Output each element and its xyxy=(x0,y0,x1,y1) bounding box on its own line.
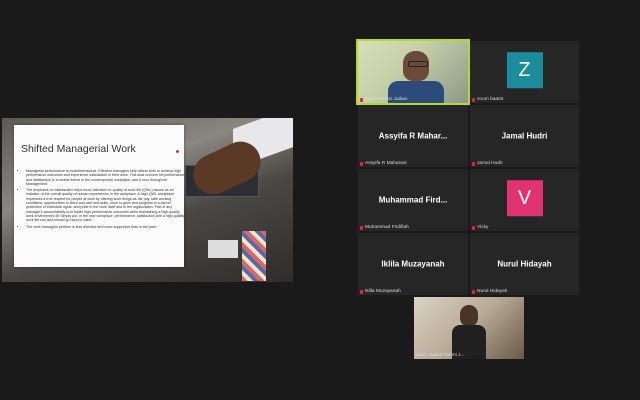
slide-accent-dot xyxy=(176,150,179,153)
participant-tile-nurul[interactable]: Nurul Hidayah Nurul Hidayah xyxy=(470,233,579,295)
participant-label: Assyifa R Maharani xyxy=(360,161,407,166)
participant-label: Vicky xyxy=(472,225,488,230)
photo-stripes xyxy=(242,231,266,281)
participant-tile-jamal[interactable]: Jamal Hudri Jamal Hudri xyxy=(470,105,579,167)
photo-device xyxy=(208,240,238,258)
participant-name: Jamal Hudri xyxy=(501,131,548,141)
person-head xyxy=(460,305,478,327)
participant-name: Nurul Hidayah xyxy=(497,259,552,269)
participant-label: Zakiul Fahmi Jailani xyxy=(360,97,407,102)
slide-text-card: Shifted Managerial Work Managerial perfo… xyxy=(14,125,184,267)
participant-label: Iklila Muzayanah xyxy=(360,289,401,294)
shared-screen: Shifted Managerial Work Managerial perfo… xyxy=(2,118,293,282)
slide-bullet: Managerial performance is multidimension… xyxy=(26,169,186,186)
participant-tile-iklila[interactable]: Iklila Muzayanah Iklila Muzayanah xyxy=(358,233,468,295)
participant-name: Assyifa R Mahar... xyxy=(378,131,448,141)
participant-tile-assyifa[interactable]: Assyifa R Mahar... Assyifa R Maharani xyxy=(358,105,468,167)
participant-label: Jamal Hudri xyxy=(472,161,503,166)
slide-bullet: The work managers perform is less direct… xyxy=(26,225,186,229)
avatar: Z xyxy=(506,52,543,89)
participant-tile-zakiul[interactable]: Zakiul Fahmi Jailani xyxy=(356,39,470,105)
participant-tile-zoom[interactable]: Z zoom baa04 xyxy=(470,41,579,103)
mic-muted-icon xyxy=(472,225,475,230)
mic-muted-icon xyxy=(472,161,475,166)
mic-muted-icon xyxy=(360,161,363,166)
participant-label: Nurul Hidayah xyxy=(472,289,507,294)
mic-muted-icon xyxy=(472,97,475,102)
participant-label: Zaki - Zakiul Fahmi J... xyxy=(416,353,465,358)
participant-name: Muhammad Fird... xyxy=(378,195,448,205)
participant-name: Iklila Muzayanah xyxy=(381,259,445,269)
mic-muted-icon xyxy=(360,97,363,102)
participant-tile-muhammad[interactable]: Muhammad Fird... Muhammad Firdifiah xyxy=(358,169,468,231)
participant-label: Muhammad Firdifiah xyxy=(360,225,409,230)
slide-bullets: Managerial performance is multidimension… xyxy=(20,169,186,231)
mic-muted-icon xyxy=(360,289,363,294)
glasses-icon xyxy=(408,61,428,67)
slide-bullet: The emphasis on satisfaction helps focus… xyxy=(26,188,186,222)
avatar: V xyxy=(506,180,543,217)
participant-label: zoom baa04 xyxy=(472,97,503,102)
slide-title: Shifted Managerial Work xyxy=(21,143,136,155)
participant-tile-zaki[interactable]: Zaki - Zakiul Fahmi J... xyxy=(414,297,524,359)
mic-muted-icon xyxy=(360,225,363,230)
mic-muted-icon xyxy=(472,289,475,294)
participant-tile-vicky[interactable]: V Vicky xyxy=(470,169,579,231)
